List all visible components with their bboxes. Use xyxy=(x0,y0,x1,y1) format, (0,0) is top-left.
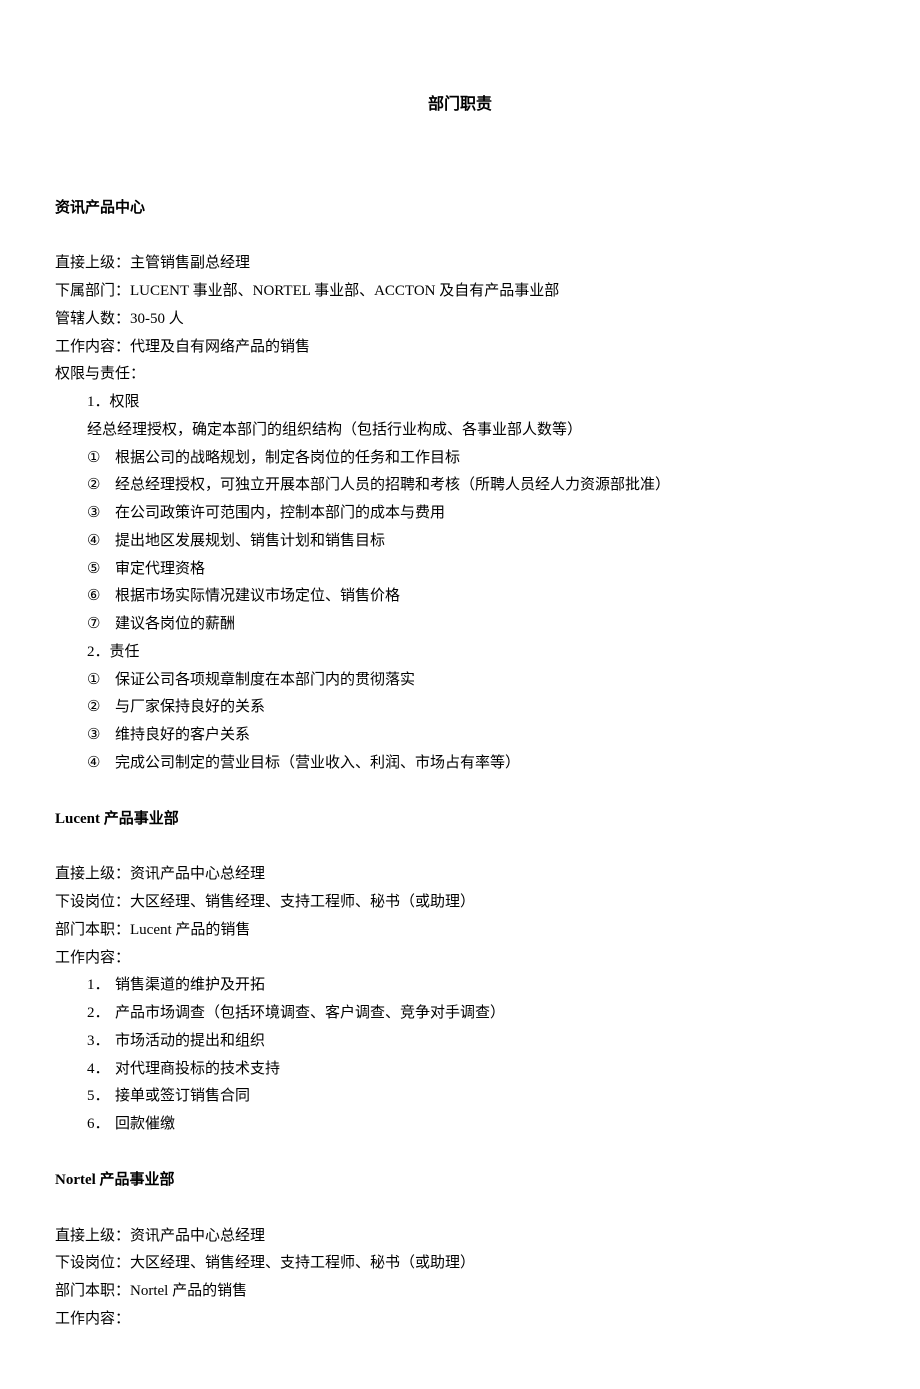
num-marker: ④ xyxy=(87,750,115,778)
item-text: 产品市场调查（包括环境调查、客户调查、竞争对手调查） xyxy=(115,1005,505,1021)
item-text: 完成公司制定的营业目标（营业收入、利润、市场占有率等） xyxy=(115,755,520,771)
section-heading-0: 资讯产品中心 xyxy=(55,195,865,223)
authority-item: ①根据公司的战略规划，制定各岗位的任务和工作目标 xyxy=(55,445,865,473)
item-text: 经总经理授权，可独立开展本部门人员的招聘和考核（所聘人员经人力资源部批准） xyxy=(115,477,670,493)
num-marker: ⑥ xyxy=(87,583,115,611)
section-heading-1: Lucent 产品事业部 xyxy=(55,806,865,834)
field-line: 下设岗位：大区经理、销售经理、支持工程师、秘书（或助理） xyxy=(55,889,865,917)
num-marker: ① xyxy=(87,445,115,473)
responsibility-item: ④完成公司制定的营业目标（营业收入、利润、市场占有率等） xyxy=(55,750,865,778)
responsibility-item: ②与厂家保持良好的关系 xyxy=(55,694,865,722)
num-marker: ⑤ xyxy=(87,556,115,584)
authority-item: ⑥根据市场实际情况建议市场定位、销售价格 xyxy=(55,583,865,611)
item-text: 接单或签订销售合同 xyxy=(115,1088,250,1104)
num-marker: ⑦ xyxy=(87,611,115,639)
responsibility-item: ③维持良好的客户关系 xyxy=(55,722,865,750)
num-marker: 2． xyxy=(87,1000,115,1028)
work-item: 3．市场活动的提出和组织 xyxy=(55,1028,865,1056)
num-marker: ④ xyxy=(87,528,115,556)
field-line: 直接上级：资讯产品中心总经理 xyxy=(55,1223,865,1251)
num-marker: 6． xyxy=(87,1111,115,1139)
item-text: 建议各岗位的薪酬 xyxy=(115,616,235,632)
field-line: 权限与责任： xyxy=(55,361,865,389)
num-marker: ② xyxy=(87,472,115,500)
work-item: 1．销售渠道的维护及开拓 xyxy=(55,972,865,1000)
num-marker: 3． xyxy=(87,1028,115,1056)
work-item: 2．产品市场调查（包括环境调查、客户调查、竞争对手调查） xyxy=(55,1000,865,1028)
responsibility-label: 2．责任 xyxy=(55,639,865,667)
authority-item: ④提出地区发展规划、销售计划和销售目标 xyxy=(55,528,865,556)
authority-item: ③在公司政策许可范围内，控制本部门的成本与费用 xyxy=(55,500,865,528)
item-text: 与厂家保持良好的关系 xyxy=(115,699,265,715)
field-line: 下属部门：LUCENT 事业部、NORTEL 事业部、ACCTON 及自有产品事… xyxy=(55,278,865,306)
work-item: 4．对代理商投标的技术支持 xyxy=(55,1056,865,1084)
num-marker: 4． xyxy=(87,1056,115,1084)
num-marker: ② xyxy=(87,694,115,722)
authority-item: ⑤审定代理资格 xyxy=(55,556,865,584)
item-text: 审定代理资格 xyxy=(115,561,205,577)
item-text: 回款催缴 xyxy=(115,1116,175,1132)
field-line: 管辖人数：30-50 人 xyxy=(55,306,865,334)
field-line: 部门本职：Lucent 产品的销售 xyxy=(55,917,865,945)
field-line: 工作内容： xyxy=(55,1306,865,1334)
work-item: 6．回款催缴 xyxy=(55,1111,865,1139)
field-line: 工作内容：代理及自有网络产品的销售 xyxy=(55,334,865,362)
item-text: 市场活动的提出和组织 xyxy=(115,1033,265,1049)
field-line: 直接上级：资讯产品中心总经理 xyxy=(55,861,865,889)
item-text: 根据公司的战略规划，制定各岗位的任务和工作目标 xyxy=(115,450,460,466)
authority-item: ⑦建议各岗位的薪酬 xyxy=(55,611,865,639)
item-text: 保证公司各项规章制度在本部门内的贯彻落实 xyxy=(115,672,415,688)
authority-item: ②经总经理授权，可独立开展本部门人员的招聘和考核（所聘人员经人力资源部批准） xyxy=(55,472,865,500)
responsibility-item: ①保证公司各项规章制度在本部门内的贯彻落实 xyxy=(55,667,865,695)
work-item: 5．接单或签订销售合同 xyxy=(55,1083,865,1111)
field-line: 工作内容： xyxy=(55,945,865,973)
item-text: 维持良好的客户关系 xyxy=(115,727,250,743)
num-marker: ③ xyxy=(87,500,115,528)
num-marker: ③ xyxy=(87,722,115,750)
num-marker: 5． xyxy=(87,1083,115,1111)
item-text: 对代理商投标的技术支持 xyxy=(115,1061,280,1077)
item-text: 销售渠道的维护及开拓 xyxy=(115,977,265,993)
item-text: 在公司政策许可范围内，控制本部门的成本与费用 xyxy=(115,505,445,521)
field-line: 直接上级：主管销售副总经理 xyxy=(55,250,865,278)
document-title: 部门职责 xyxy=(55,90,865,120)
field-line: 下设岗位：大区经理、销售经理、支持工程师、秘书（或助理） xyxy=(55,1250,865,1278)
item-text: 提出地区发展规划、销售计划和销售目标 xyxy=(115,533,385,549)
authority-intro: 经总经理授权，确定本部门的组织结构（包括行业构成、各事业部人数等） xyxy=(55,417,865,445)
section-heading-2: Nortel 产品事业部 xyxy=(55,1167,865,1195)
item-text: 根据市场实际情况建议市场定位、销售价格 xyxy=(115,588,400,604)
num-marker: ① xyxy=(87,667,115,695)
num-marker: 1． xyxy=(87,972,115,1000)
authority-label: 1．权限 xyxy=(55,389,865,417)
